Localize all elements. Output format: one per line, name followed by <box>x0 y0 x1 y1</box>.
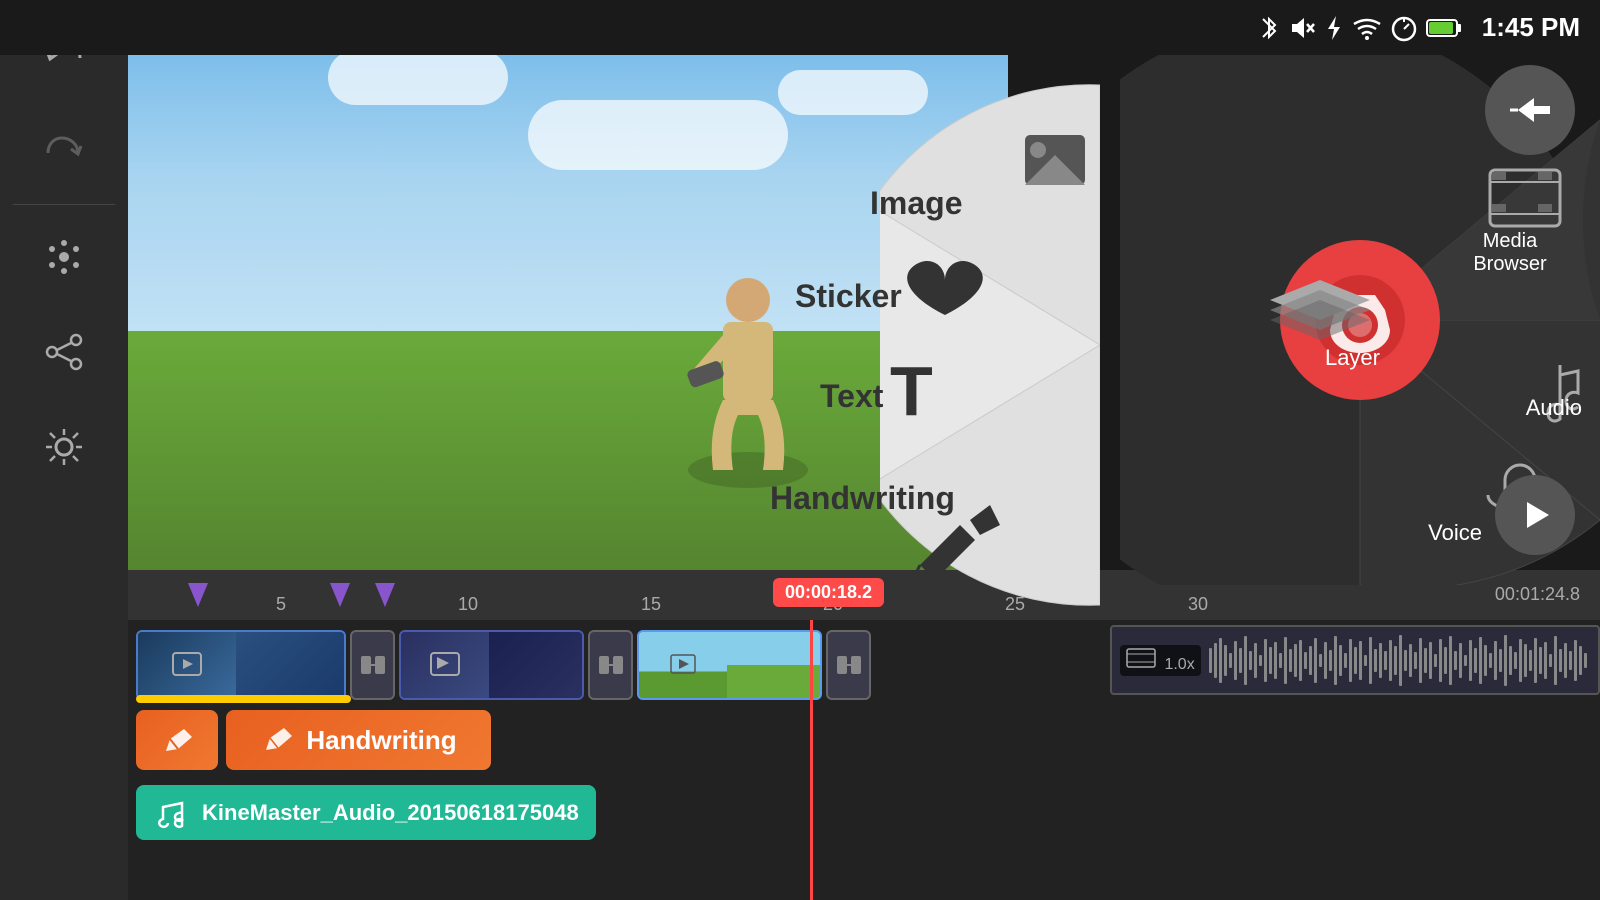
grass-bg <box>128 331 1008 570</box>
ruler-15: 15 <box>641 594 661 615</box>
text-label[interactable]: Text <box>820 378 1112 415</box>
mute-icon <box>1288 14 1316 42</box>
wifi-icon <box>1352 14 1382 42</box>
status-bar: 1:45 PM <box>0 0 1600 55</box>
timer-icon <box>1390 14 1418 42</box>
exit-button[interactable] <box>1485 65 1575 155</box>
clip1-icon <box>171 649 203 681</box>
signal-icon <box>1324 14 1344 42</box>
current-time: 00:00:18.2 <box>773 578 884 607</box>
layer-label[interactable]: Layer <box>1325 345 1380 371</box>
yellow-progress <box>136 695 351 703</box>
pen-icon <box>158 721 196 759</box>
music-icon <box>154 795 190 831</box>
speed-text: 1.0x <box>1164 656 1194 673</box>
battery-icon <box>1426 17 1462 39</box>
clip2-icon <box>429 649 461 681</box>
transition-1-icon <box>359 651 387 679</box>
handwriting-icon-clip[interactable] <box>136 710 218 770</box>
status-icons: 1:45 PM <box>1258 12 1580 43</box>
speed-badge: 1.0x <box>1120 645 1201 676</box>
marker-3 <box>375 583 395 607</box>
audio-clip[interactable]: KineMaster_Audio_20150618175048 <box>136 785 596 840</box>
ruler-30: 30 <box>1188 594 1208 615</box>
handwriting-clip-label: Handwriting <box>306 725 456 756</box>
handwriting-row: Handwriting <box>136 710 491 770</box>
transition-1[interactable] <box>350 630 395 700</box>
ruler-10: 10 <box>458 594 478 615</box>
settings-button[interactable] <box>0 399 128 494</box>
total-time: 00:01:24.8 <box>1495 584 1580 605</box>
ruler-5: 5 <box>276 594 286 615</box>
status-time: 1:45 PM <box>1482 12 1580 43</box>
cloud-2 <box>528 100 788 170</box>
playhead <box>810 620 813 900</box>
clip3-icon <box>669 651 697 679</box>
share-button[interactable] <box>0 304 128 399</box>
pen-icon-2 <box>260 722 296 758</box>
clip-1[interactable] <box>136 630 346 700</box>
transition-3-icon <box>835 651 863 679</box>
marker-2 <box>330 583 350 607</box>
clip-2[interactable] <box>399 630 584 700</box>
handwriting-clip[interactable]: Handwriting <box>226 710 491 770</box>
effects-button[interactable] <box>0 209 128 304</box>
pie-menu-light: T <box>880 55 1100 645</box>
marker-1 <box>188 583 208 607</box>
audio-label[interactable]: Audio <box>1526 395 1582 421</box>
audio-clip-label: KineMaster_Audio_20150618175048 <box>202 800 579 826</box>
clip-3[interactable] <box>637 630 822 700</box>
play-button[interactable] <box>1495 475 1575 555</box>
cloud-1 <box>328 50 508 105</box>
bluetooth-icon <box>1258 14 1280 42</box>
film-icon <box>1126 647 1156 669</box>
redo-button[interactable] <box>0 105 128 200</box>
waveform-clip[interactable]: 1.0x // We'll just do this with CSS shap… <box>1110 625 1600 695</box>
left-sidebar <box>0 0 128 900</box>
timeline: 5 10 15 20 25 30 00:00:18.2 00:01:24.8 <box>128 570 1600 900</box>
image-label[interactable]: Image <box>870 185 1112 222</box>
transition-3[interactable] <box>826 630 871 700</box>
media-browser-label[interactable]: Media Browser <box>1450 230 1570 276</box>
sticker-label[interactable]: Sticker <box>795 278 1132 315</box>
voice-label[interactable]: Voice <box>1428 520 1482 546</box>
waveform: // We'll just do this with CSS shapes in… <box>1209 633 1589 688</box>
handwriting-label[interactable]: Handwriting <box>770 480 1212 517</box>
transition-2[interactable] <box>588 630 633 700</box>
transition-2-icon <box>597 651 625 679</box>
